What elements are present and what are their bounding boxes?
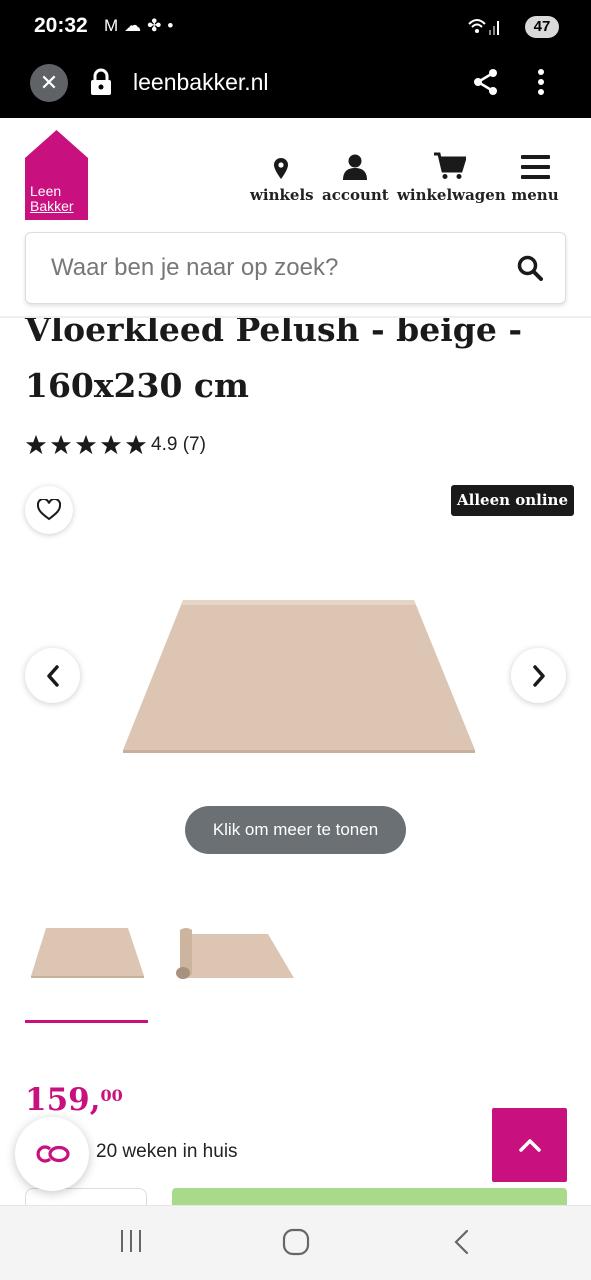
browser-toolbar: ✕ leenbakker.nl (0, 56, 591, 118)
product-title: Vloerkleed Pelush - beige - 160x230 cm (25, 310, 523, 405)
signal-icon (467, 16, 501, 40)
star-icon (125, 434, 147, 455)
nav-account[interactable]: account (322, 150, 389, 204)
product-price: 159,00 (25, 1082, 123, 1118)
search-input[interactable]: Waar ben je naar op zoek? (51, 254, 338, 282)
leen-bakker-logo[interactable]: Leen Bakker (25, 130, 88, 220)
system-nav-bar (0, 1205, 591, 1280)
logo-text-leen: Leen (30, 183, 62, 199)
product-rating[interactable]: 4.9 (7) (25, 432, 206, 458)
cart-icon (397, 150, 503, 180)
hamburger-icon (511, 150, 559, 180)
nav-label: account (322, 186, 389, 204)
close-tab-button[interactable]: ✕ (30, 64, 68, 102)
star-icon (100, 434, 122, 455)
lock-icon[interactable] (90, 68, 112, 101)
star-icon (75, 434, 97, 455)
chevron-left-icon (46, 664, 59, 687)
site-header: Leen Bakker winkels account winkelwagen … (0, 118, 591, 318)
star-icon (50, 434, 72, 455)
rating-stars (25, 434, 147, 456)
thumbnail-1[interactable] (28, 920, 148, 987)
nav-winkels[interactable]: winkels (250, 150, 314, 204)
search-bar[interactable]: Waar ben je naar op zoek? (25, 232, 566, 304)
heart-icon (37, 499, 61, 521)
star-icon (25, 434, 47, 455)
battery-indicator: 47 (525, 16, 559, 38)
thumbnail-active-indicator (25, 1020, 148, 1023)
url-field[interactable]: leenbakker.nl (133, 69, 269, 96)
show-more-toast[interactable]: Klik om meer te tonen (185, 806, 406, 854)
logo-text-bakker: Bakker (30, 198, 74, 214)
clock: 20:32 (34, 14, 88, 37)
location-pin-icon (250, 150, 312, 180)
recent-apps-icon[interactable] (118, 1228, 144, 1259)
chevron-up-icon (518, 1139, 541, 1152)
back-to-top-button[interactable] (492, 1108, 567, 1182)
back-icon[interactable] (452, 1228, 472, 1261)
delivery-info: 20 weken in huis (96, 1141, 238, 1162)
online-only-badge: Alleen online (451, 485, 575, 516)
home-icon[interactable] (282, 1228, 310, 1261)
nav-label: winkelwagen (397, 186, 506, 204)
nav-menu[interactable]: menu (511, 150, 559, 204)
prev-image-button[interactable] (25, 648, 80, 703)
user-icon (322, 150, 388, 180)
share-icon[interactable] (472, 67, 500, 102)
wishlist-button[interactable] (25, 486, 73, 534)
chat-widget-button[interactable] (15, 1117, 89, 1191)
chevron-right-icon (532, 664, 545, 687)
more-vert-icon[interactable] (536, 67, 546, 102)
chat-logo-icon (36, 1145, 70, 1163)
nav-label: winkels (250, 186, 314, 204)
price-main: 159, (25, 1082, 101, 1118)
search-icon[interactable] (517, 255, 543, 286)
rating-text: 4.9 (7) (151, 434, 206, 455)
nav-winkelwagen[interactable]: winkelwagen (397, 150, 506, 204)
product-image[interactable] (118, 595, 478, 762)
nav-label: menu (511, 186, 559, 204)
status-bar: 20:32 M☁✤• 47 (0, 0, 591, 56)
price-cents: 00 (100, 1086, 123, 1105)
notification-icons: M☁✤• (104, 16, 180, 35)
thumbnail-2[interactable] (172, 920, 296, 987)
next-image-button[interactable] (511, 648, 566, 703)
